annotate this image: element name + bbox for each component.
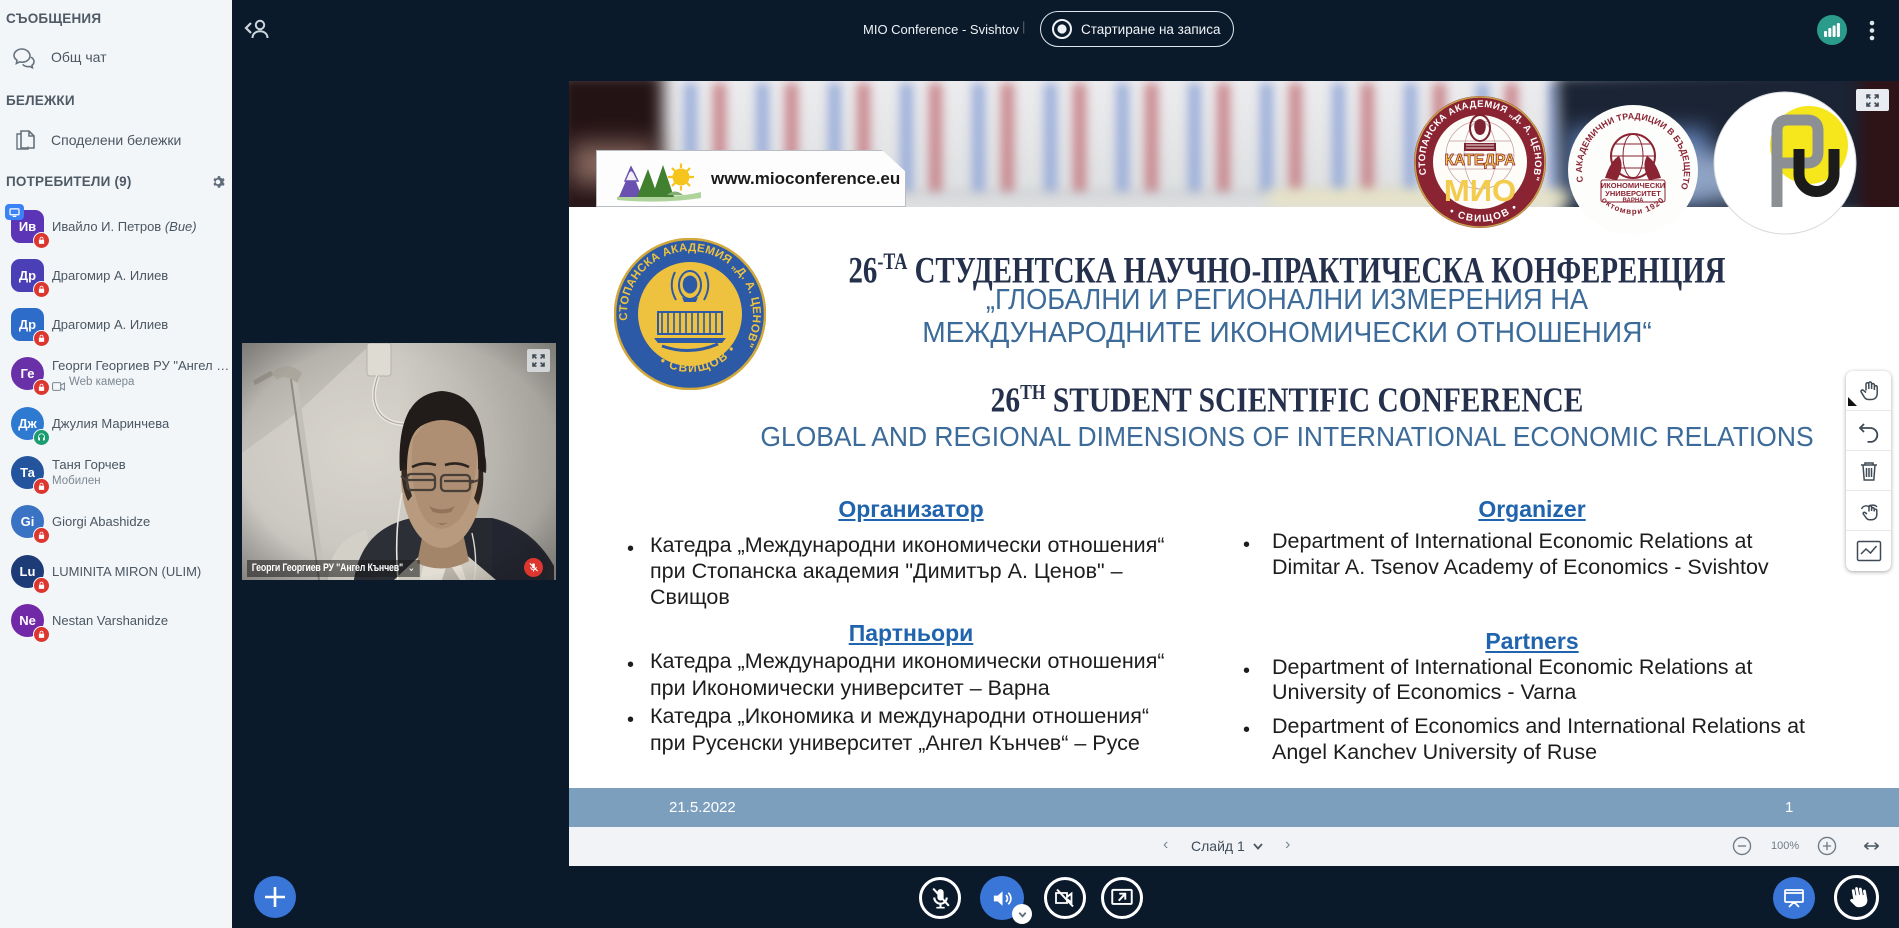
svg-text:КАТЕДРА: КАТЕДРА	[1445, 152, 1516, 169]
svg-text:МИО: МИО	[1444, 173, 1516, 208]
svg-text:ВАРНА: ВАРНА	[1622, 198, 1644, 204]
svg-text:УНИВЕРСИТЕТ: УНИВЕРСИТЕТ	[1605, 189, 1661, 198]
